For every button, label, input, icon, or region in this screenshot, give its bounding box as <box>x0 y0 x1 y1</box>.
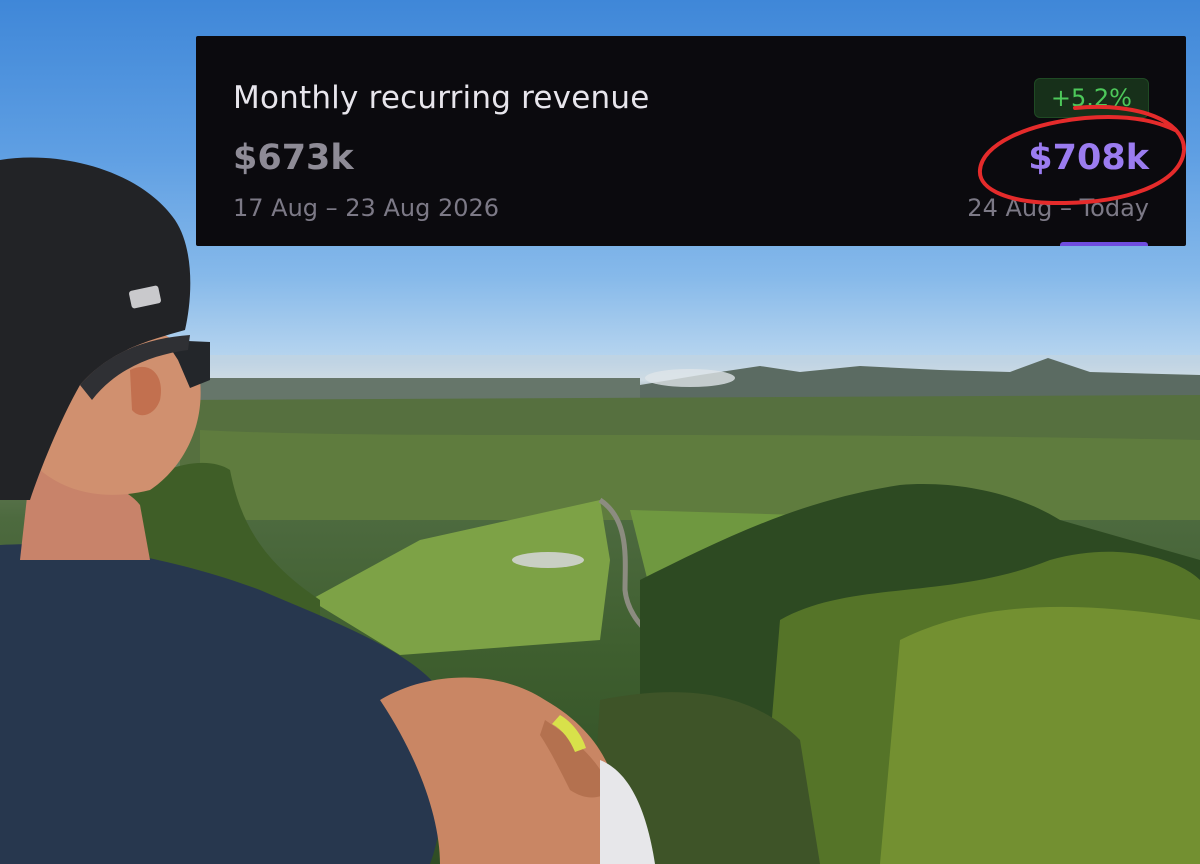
change-badge: +5.2% <box>1033 78 1149 118</box>
photo-background: Monthly recurring revenue $673k 17 Aug –… <box>0 0 1200 864</box>
card-title: Monthly recurring revenue <box>233 80 650 116</box>
previous-period-range: 17 Aug – 23 Aug 2026 <box>233 194 500 222</box>
current-period-value: $708k <box>1028 138 1149 178</box>
previous-period-value: $673k <box>233 138 354 178</box>
active-tab-indicator <box>1060 242 1148 246</box>
current-period-range: 24 Aug – Today <box>967 194 1149 222</box>
mrr-card: Monthly recurring revenue $673k 17 Aug –… <box>196 36 1186 246</box>
